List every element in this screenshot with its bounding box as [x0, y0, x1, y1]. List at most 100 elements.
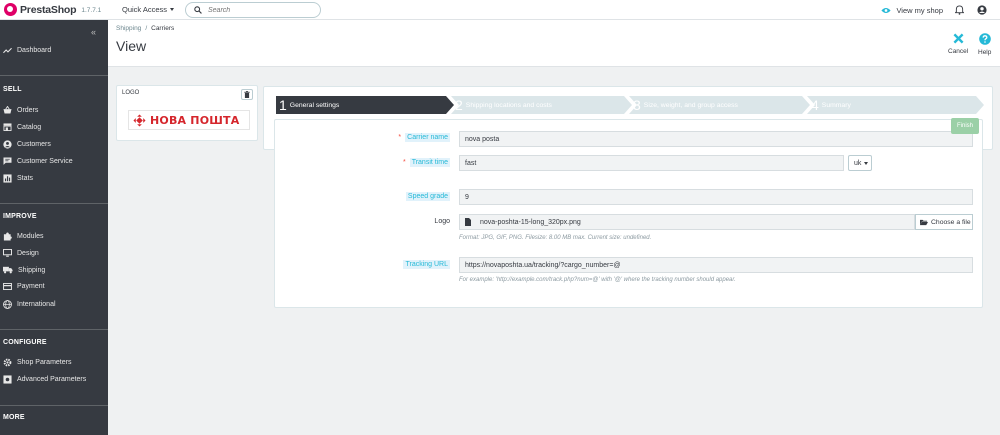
wizard-step-general-settings[interactable]: 1 General settings	[276, 96, 454, 114]
step-number: 1	[279, 97, 287, 113]
sidebar-item-dashboard[interactable]: Dashboard	[0, 47, 108, 54]
sidebar-item-label: Payment	[17, 283, 45, 290]
logo-help-text: Format: JPG, GIF, PNG. Filesize: 8.00 MB…	[459, 235, 652, 241]
sidebar-item-international[interactable]: International	[0, 300, 108, 309]
carrier-name-input[interactable]: nova posta	[459, 131, 973, 147]
version-label: 1.7.7.1	[81, 7, 102, 14]
logo-file-input[interactable]: nova-poshta-15-long_320px.png	[459, 214, 915, 230]
quick-access-label: Quick Access	[122, 5, 168, 14]
transit-time-label-text: Transit time	[409, 158, 450, 167]
tracking-url-input[interactable]: https://novaposhta.ua/tracking/?cargo_nu…	[459, 257, 973, 273]
view-my-shop-label: View my shop	[896, 5, 943, 15]
sidebar-section-configure: CONFIGURE	[3, 339, 47, 346]
local-shipping-truck-icon	[3, 266, 13, 274]
sidebar-divider	[0, 405, 108, 406]
sidebar-item-label: Customer Service	[17, 157, 73, 165]
page-header: Shipping / Carriers View Cancel Help	[108, 20, 1000, 67]
file-icon	[465, 218, 471, 226]
sidebar-item-catalog[interactable]: Catalog	[0, 123, 108, 131]
chat-icon	[3, 157, 12, 165]
sidebar-item-customer-service[interactable]: Customer Service	[0, 157, 108, 165]
step-label: General settings	[289, 101, 340, 109]
logo-card-title: LOGO	[122, 90, 140, 96]
sidebar-item-label: Shipping	[18, 266, 46, 274]
notifications-button[interactable]	[955, 5, 964, 15]
carrier-name-label: * Carrier name	[398, 133, 450, 142]
sidebar-nav: « Dashboard SELL Orders Catalog Customer…	[0, 20, 108, 435]
choose-file-button[interactable]: Choose a file	[915, 214, 973, 230]
search-input[interactable]	[208, 6, 308, 14]
search-icon	[194, 6, 202, 14]
tracking-url-help-text: For example: 'http://example.com/track.p…	[459, 277, 736, 283]
desktop-monitor-icon	[3, 249, 12, 257]
required-marker: *	[402, 159, 406, 166]
delete-logo-button[interactable]	[241, 89, 253, 100]
bell-icon	[955, 5, 964, 15]
view-my-shop-link[interactable]: View my shop	[881, 6, 943, 15]
logo-label: Logo	[434, 218, 450, 225]
brand-name: PrestaShop	[20, 3, 77, 16]
language-select-button[interactable]: uk	[848, 155, 872, 171]
sidebar-item-customers[interactable]: Customers	[0, 140, 108, 149]
sidebar-divider	[0, 203, 108, 204]
breadcrumb-carriers[interactable]: Carriers	[151, 25, 174, 32]
extension-puzzle-icon	[3, 232, 12, 241]
eye-icon	[881, 7, 892, 13]
logo-filename: nova-poshta-15-long_320px.png	[480, 218, 581, 226]
caret-down-icon	[864, 161, 869, 165]
sidebar-item-label: Catalog	[17, 123, 42, 131]
nova-poshta-mark-icon	[133, 113, 146, 127]
prestashop-logo-icon	[4, 3, 17, 16]
assessment-icon	[3, 174, 12, 183]
step-label: Shipping locations and costs	[465, 101, 552, 109]
folder-open-icon	[920, 219, 928, 225]
store-icon	[3, 123, 12, 131]
sidebar-item-modules[interactable]: Modules	[0, 232, 108, 241]
quick-access-menu[interactable]: Quick Access	[122, 5, 175, 14]
carrier-logo-image: НОВА ПОШТА	[128, 110, 250, 130]
carrier-logo-card: LOGO НОВА ПОШТА	[116, 85, 258, 141]
sidebar-item-shop-parameters[interactable]: Shop Parameters	[0, 358, 108, 367]
tracking-url-label-text: Tracking URL	[403, 260, 450, 269]
close-icon	[953, 33, 964, 44]
wizard-step-shipping-locations[interactable]: 2 Shipping locations and costs	[451, 96, 632, 114]
step-label: Size, weight, and group access	[643, 101, 738, 109]
top-header: PrestaShop 1.7.7.1 Quick Access View my …	[0, 0, 1000, 20]
help-label: Help	[978, 49, 992, 56]
finish-button[interactable]: Finish	[951, 118, 979, 134]
transit-time-input[interactable]: fast	[459, 155, 844, 171]
wizard-step-size-weight[interactable]: 3 Size, weight, and group access	[629, 96, 810, 114]
help-icon	[978, 33, 991, 45]
sidebar-item-orders[interactable]: Orders	[0, 106, 108, 114]
credit-card-icon	[3, 283, 12, 290]
language-code: uk	[854, 159, 862, 167]
caret-down-icon	[170, 8, 175, 11]
collapse-sidebar-icon[interactable]: «	[91, 27, 96, 37]
sidebar-item-label: Customers	[17, 141, 51, 148]
required-marker: *	[398, 134, 402, 141]
sidebar-item-design[interactable]: Design	[0, 249, 108, 257]
transit-time-label: * Transit time	[402, 158, 450, 167]
search-box[interactable]	[185, 2, 321, 18]
account-circle-icon	[977, 5, 987, 15]
sidebar-section-more: MORE	[3, 414, 25, 421]
employee-account-button[interactable]	[977, 5, 987, 15]
settings-applications-icon	[3, 375, 12, 384]
sidebar-section-improve: IMPROVE	[3, 213, 37, 220]
prestashop-logo[interactable]: PrestaShop 1.7.7.1	[4, 3, 112, 16]
breadcrumb-shipping[interactable]: Shipping	[116, 25, 141, 32]
page-title: View	[116, 38, 147, 54]
sidebar-item-advanced-parameters[interactable]: Advanced Parameters	[0, 375, 108, 384]
cancel-button[interactable]: Cancel	[948, 33, 968, 55]
sidebar-item-payment[interactable]: Payment	[0, 283, 108, 290]
help-button[interactable]: Help	[978, 33, 991, 56]
sidebar-divider	[0, 75, 108, 76]
sidebar-item-stats[interactable]: Stats	[0, 174, 108, 183]
settings-gear-icon	[3, 358, 12, 367]
sidebar-divider	[0, 329, 108, 330]
wizard-step-summary[interactable]: 4 Summary	[807, 96, 984, 114]
cancel-label: Cancel	[948, 48, 969, 55]
carrier-name-label-text: Carrier name	[405, 133, 450, 142]
sidebar-item-shipping[interactable]: Shipping	[0, 266, 108, 274]
speed-grade-input[interactable]: 9	[459, 189, 973, 205]
